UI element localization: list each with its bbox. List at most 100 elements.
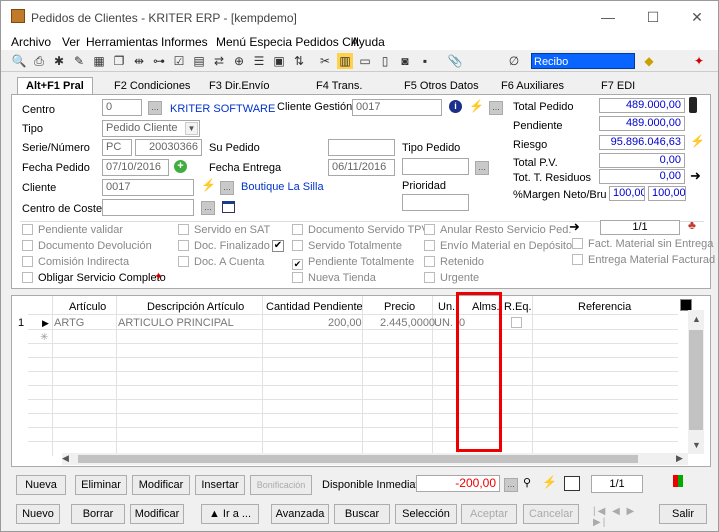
arrow-right-icon[interactable]: ➜: [690, 168, 701, 184]
scroll-thumb[interactable]: [689, 330, 703, 430]
tab-auxiliares[interactable]: F6 Auxiliares: [501, 78, 564, 94]
menu-ayuda[interactable]: Ayuda: [351, 35, 385, 49]
cut-icon[interactable]: ✂: [317, 53, 333, 69]
page-icon[interactable]: ▯: [377, 53, 393, 69]
doc-finalizado-checkbox[interactable]: Doc. Finalizado: [178, 239, 270, 254]
menu-ver[interactable]: Ver: [62, 35, 80, 49]
servido-sat-checkbox[interactable]: Servido en SAT: [178, 223, 270, 238]
calculator-icon[interactable]: ▦: [91, 53, 107, 69]
star-icon[interactable]: ✱: [51, 53, 67, 69]
modificar-line-button[interactable]: Modificar: [132, 475, 190, 495]
borrar-button[interactable]: Borrar: [71, 504, 125, 524]
eliminar-line-button[interactable]: Eliminar: [75, 475, 127, 495]
menu-herramientas[interactable]: Herramientas: [86, 35, 158, 49]
image-icon[interactable]: ▣: [271, 53, 287, 69]
salir-button[interactable]: Salir: [659, 504, 707, 524]
arrow-right-icon[interactable]: ➜: [569, 219, 580, 235]
documento-devolucion-checkbox[interactable]: Documento Devolución: [22, 239, 152, 254]
chevron-down-icon[interactable]: ▼: [185, 122, 198, 135]
column-header-alms[interactable]: Alms.: [472, 301, 500, 313]
stamp-icon[interactable]: ⊕: [231, 53, 247, 69]
scroll-up-icon[interactable]: ▲: [692, 314, 701, 324]
tab-trans[interactable]: F4 Trans.: [316, 78, 362, 94]
fecha-pedido-field[interactable]: 07/10/2016: [102, 159, 169, 176]
cancelar-button[interactable]: Cancelar: [523, 504, 579, 524]
fecha-entrega-field[interactable]: 06/11/2016: [328, 159, 395, 176]
list-icon[interactable]: ☰: [251, 53, 267, 69]
column-header-articulo[interactable]: Artículo: [69, 301, 106, 313]
tab-pral[interactable]: Alt+F1 Pral: [17, 77, 93, 94]
cell-cantidad[interactable]: 200,00: [328, 317, 362, 329]
lightbulb-icon[interactable]: ◆: [641, 53, 657, 69]
pendiente-validar-checkbox[interactable]: Pendiente validar: [22, 223, 123, 238]
table-icon[interactable]: ▤: [191, 53, 207, 69]
comision-indirecta-checkbox[interactable]: Comisión Indirecta: [22, 255, 129, 270]
split-icon[interactable]: ⇹: [131, 53, 147, 69]
menu-informes[interactable]: Informes: [161, 35, 208, 49]
cell-descripcion[interactable]: ARTICULO PRINCIPAL: [118, 317, 234, 329]
transfer-icon[interactable]: ⇄: [211, 53, 227, 69]
fact-sin-entrega-checkbox[interactable]: Fact. Material sin Entrega: [572, 237, 713, 252]
document-icon[interactable]: ▭: [357, 53, 373, 69]
menu-archivo[interactable]: Archivo: [11, 35, 51, 49]
tools-icon[interactable]: ✎: [71, 53, 87, 69]
buscar-button[interactable]: Buscar: [334, 504, 390, 524]
serie-field[interactable]: PC: [102, 139, 132, 156]
centro-field[interactable]: 0: [102, 99, 142, 116]
entrega-facturad-checkbox[interactable]: Entrega Material Facturad: [572, 253, 715, 268]
horizontal-scrollbar[interactable]: ◀ ▶: [62, 453, 688, 465]
disponible-lookup-button[interactable]: …: [504, 478, 518, 492]
check-icon[interactable]: ✔: [272, 240, 284, 252]
centro-coste-field[interactable]: [102, 199, 194, 216]
anular-resto-checkbox[interactable]: Anular Resto Servicio Ped.: [424, 223, 571, 238]
copy-icon[interactable]: ❐: [111, 53, 127, 69]
wand-icon[interactable]: ⚡: [542, 475, 557, 489]
tipo-pedido-lookup-button[interactable]: …: [475, 161, 489, 175]
prioridad-field[interactable]: [402, 194, 469, 211]
nuevo-button[interactable]: Nuevo: [16, 504, 60, 524]
grid-icon[interactable]: ▥: [337, 53, 353, 69]
nueva-tienda-checkbox[interactable]: Nueva Tienda: [292, 271, 376, 286]
tab-edi[interactable]: F7 EDI: [601, 78, 635, 94]
edit-icon[interactable]: ☑: [171, 53, 187, 69]
nueva-button[interactable]: Nueva: [16, 475, 66, 495]
cliente-gestion-lookup-button[interactable]: …: [489, 101, 503, 115]
cliente-field[interactable]: 0017: [102, 179, 194, 196]
urgente-checkbox[interactable]: Urgente: [424, 271, 479, 286]
obligar-servicio-checkbox[interactable]: Obligar Servicio Completo: [22, 271, 166, 286]
tree-icon[interactable]: ⊶: [151, 53, 167, 69]
column-header-referencia[interactable]: Referencia: [578, 301, 631, 313]
cliente-name[interactable]: Boutique La Silla: [241, 181, 324, 193]
cliente-lookup-button[interactable]: …: [220, 181, 234, 195]
numero-field[interactable]: 20030366: [135, 139, 202, 156]
envio-deposito-checkbox[interactable]: Envío Material en Depósito: [424, 239, 572, 254]
calendar-icon[interactable]: [222, 201, 235, 213]
column-header-descripcion[interactable]: Descripción Artículo: [147, 301, 244, 313]
seleccion-button[interactable]: Selección: [395, 504, 457, 524]
scroll-down-icon[interactable]: ▼: [692, 440, 701, 450]
sort-icon[interactable]: ⇅: [291, 53, 307, 69]
doc-a-cuenta-checkbox[interactable]: Doc. A Cuenta: [178, 255, 264, 270]
bonificacion-button[interactable]: Bonificación: [250, 475, 312, 495]
servido-totalmente-checkbox[interactable]: Servido Totalmente: [292, 239, 402, 254]
lightning-icon[interactable]: ⚡: [690, 134, 705, 148]
scroll-thumb[interactable]: [78, 455, 638, 463]
cliente-gestion-field[interactable]: 0017: [352, 99, 442, 116]
wand-icon[interactable]: ⚡: [469, 99, 484, 113]
tipo-pedido-field[interactable]: [402, 158, 469, 175]
column-header-cantidad[interactable]: Cantidad Pendiente: [266, 301, 363, 313]
column-header-precio[interactable]: Precio: [384, 301, 415, 313]
centro-lookup-button[interactable]: …: [148, 101, 162, 115]
menu-especial[interactable]: Menú Especia Pedidos Clil: [216, 35, 359, 49]
avanzada-button[interactable]: Avanzada: [271, 504, 329, 524]
column-header-un[interactable]: Un.: [438, 301, 455, 313]
binoculars-icon[interactable]: ⚲: [523, 476, 531, 489]
attach-icon[interactable]: 📎: [447, 53, 463, 69]
info-icon[interactable]: i: [449, 100, 462, 113]
tab-dir-envio[interactable]: F3 Dir.Envío: [209, 78, 270, 94]
modificar-button[interactable]: Modificar: [130, 504, 184, 524]
flag-icon[interactable]: [673, 475, 683, 487]
scroll-left-icon[interactable]: ◀: [62, 453, 69, 464]
table-icon[interactable]: [564, 476, 580, 491]
tab-otros-datos[interactable]: F5 Otros Datos: [404, 78, 479, 94]
